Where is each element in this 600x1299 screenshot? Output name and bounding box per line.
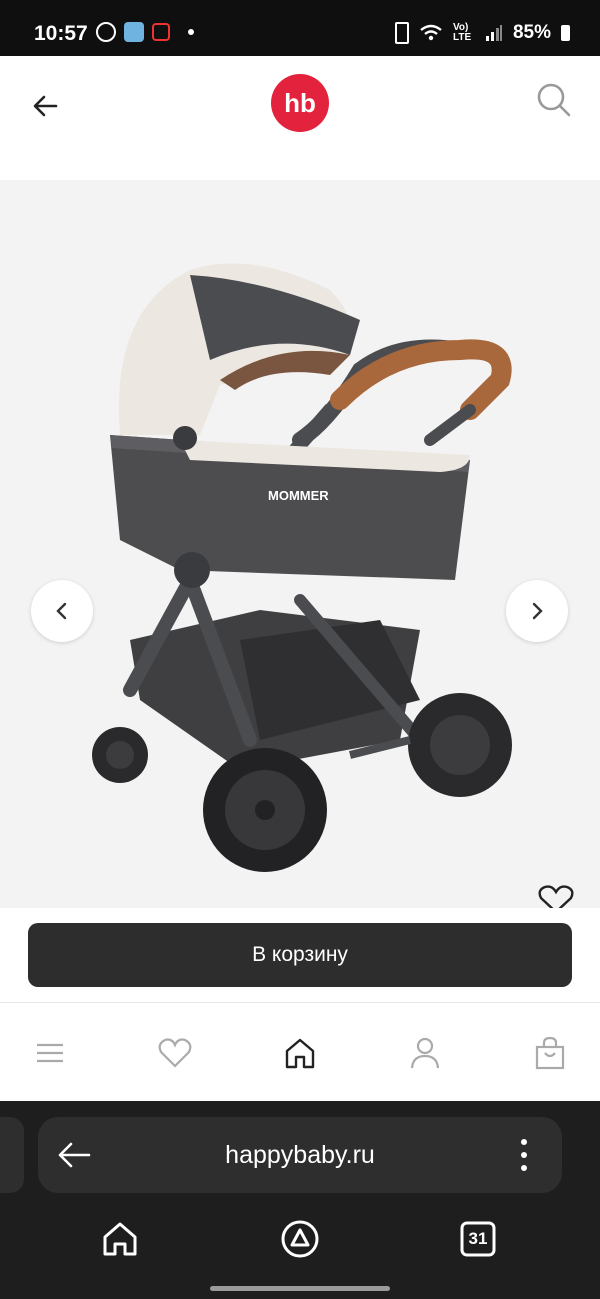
battery-percent: 85% [512, 22, 551, 43]
battery-icon [561, 25, 570, 41]
home-nav-button[interactable] [280, 1033, 320, 1073]
favorite-button[interactable] [536, 884, 576, 908]
profile-nav-button[interactable] [405, 1033, 445, 1073]
browser-menu-button[interactable] [516, 1137, 532, 1173]
profile-icon [410, 1037, 440, 1069]
m-notification-icon [152, 23, 170, 41]
search-icon [537, 83, 571, 117]
battery-saver-icon [394, 22, 409, 44]
site-header: hb [0, 56, 600, 180]
chevron-left-icon [56, 602, 67, 620]
status-time: 10:57 [34, 22, 88, 45]
status-right: Vo) LTE 85% [394, 22, 570, 44]
calendar-day: 31 [468, 1229, 488, 1248]
more-icon [521, 1139, 527, 1171]
cart-area: В корзину [0, 908, 600, 1002]
gesture-bar[interactable] [210, 1286, 390, 1291]
favorites-nav-button[interactable] [155, 1033, 195, 1073]
cart-nav-button[interactable] [530, 1033, 570, 1073]
product-gallery[interactable]: MOMMER [0, 180, 600, 908]
assistant-icon [281, 1220, 319, 1258]
add-to-cart-button[interactable]: В корзину [28, 923, 572, 987]
network-label: Vo) LTE [452, 22, 472, 43]
url-text[interactable]: happybaby.ru [38, 1141, 562, 1170]
menu-icon [37, 1043, 63, 1063]
bag-icon [535, 1036, 565, 1070]
home-icon [103, 1222, 137, 1256]
previous-tab[interactable] [0, 1117, 24, 1193]
dot-icon [188, 29, 194, 35]
assistant-button[interactable] [280, 1219, 320, 1259]
app-notification-icon [124, 22, 144, 42]
signal-icon [485, 25, 502, 41]
back-arrow-icon [33, 95, 58, 117]
calendar-button[interactable]: 31 [460, 1219, 500, 1259]
heart-icon [538, 885, 574, 908]
back-button[interactable] [30, 90, 62, 122]
viber-icon [96, 22, 116, 42]
product-image: MOMMER [92, 263, 512, 872]
notification-icons [96, 22, 194, 42]
heart-icon [158, 1038, 192, 1068]
browser-home-button[interactable] [100, 1219, 140, 1259]
chevron-right-icon [532, 602, 543, 620]
home-icon [285, 1038, 315, 1069]
brand-text: MOMMER [268, 488, 329, 503]
gallery-next-button[interactable] [506, 580, 568, 642]
gallery-prev-button[interactable] [31, 580, 93, 642]
site-logo[interactable]: hb [271, 74, 329, 132]
bottom-nav [0, 1003, 600, 1101]
logo-text: hb [284, 87, 316, 118]
menu-button[interactable] [30, 1033, 70, 1073]
address-bar[interactable]: happybaby.ru [38, 1117, 562, 1193]
wifi-icon [420, 24, 442, 41]
browser-chrome: happybaby.ru 31 [0, 1101, 600, 1299]
status-bar: 10:57 Vo) LTE 85% [0, 0, 600, 56]
search-button[interactable] [534, 80, 574, 120]
